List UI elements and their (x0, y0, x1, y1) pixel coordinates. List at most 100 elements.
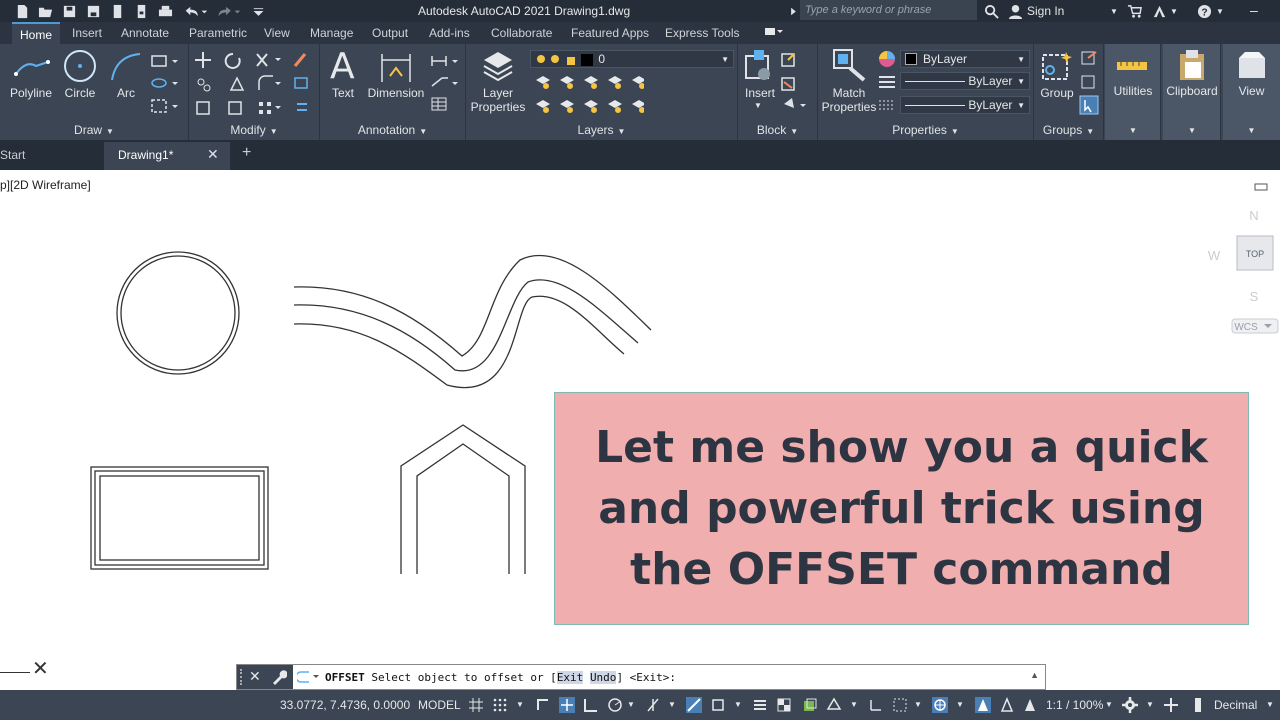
selection-filter-icon[interactable] (892, 697, 908, 713)
tab-home[interactable]: Home (12, 22, 61, 44)
lineweight-dropdown[interactable]: ByLayer ▼ (900, 96, 1030, 114)
gizmo-icon[interactable] (932, 697, 948, 713)
plus-icon[interactable] (1163, 697, 1179, 713)
ribbon-minimize-icon[interactable] (764, 25, 784, 42)
dynamic-ucs-icon[interactable] (868, 697, 884, 713)
chevron-down-icon[interactable]: ▼ (1146, 700, 1154, 709)
object-snap-tracking-icon[interactable] (686, 697, 702, 713)
search-icon[interactable] (983, 3, 999, 19)
tab-express-tools[interactable]: Express Tools (665, 26, 739, 40)
layer-properties-button[interactable]: Layer Properties (468, 86, 528, 114)
caret-right-icon[interactable] (788, 3, 798, 19)
group-tools-icon[interactable] (1078, 50, 1102, 118)
layer-properties-icon[interactable] (480, 48, 516, 84)
arc-button[interactable]: Arc (110, 86, 142, 100)
cart-icon[interactable] (1126, 3, 1142, 19)
chevron-down-icon[interactable]: ▼ (914, 700, 922, 709)
layer-dropdown[interactable]: 0 ▼ (530, 50, 734, 68)
close-icon[interactable]: ✕ (207, 146, 219, 163)
plot-icon[interactable] (157, 3, 173, 19)
new-file-icon[interactable] (14, 3, 30, 19)
units-icon[interactable] (1190, 697, 1206, 713)
tab-annotate[interactable]: Annotate (121, 26, 169, 40)
autodesk-app-icon[interactable] (1151, 3, 1167, 19)
outer-spline[interactable] (293, 254, 652, 357)
compass-w[interactable]: W (1208, 248, 1221, 263)
model-space-button[interactable]: MODEL (418, 698, 461, 712)
circle-icon[interactable] (62, 48, 98, 84)
caret-up-icon[interactable]: ▲ (1030, 670, 1039, 680)
3d-object-snap-icon[interactable] (826, 697, 842, 713)
save-as-icon[interactable] (85, 3, 101, 19)
inner-circle[interactable] (120, 255, 236, 371)
compass-n[interactable]: N (1249, 208, 1258, 223)
annotation-visibility-icon[interactable] (975, 697, 991, 713)
undo-icon[interactable] (182, 3, 208, 19)
drawing-viewport[interactable]: p][2D Wireframe] N W S TOP WCS Let me sh… (0, 170, 1280, 690)
chevron-down-icon[interactable]: ▼ (1110, 7, 1118, 16)
circle-button[interactable]: Circle (58, 86, 102, 100)
user-icon[interactable] (1007, 3, 1023, 19)
undo-option[interactable]: Undo (589, 671, 617, 684)
viewcube[interactable]: N W S TOP WCS (1200, 200, 1280, 340)
infer-constraints-icon[interactable] (535, 697, 551, 713)
tab-insert[interactable]: Insert (72, 26, 102, 40)
text-button[interactable]: Text (328, 86, 358, 100)
middle-spline[interactable] (293, 279, 639, 372)
tab-manage[interactable]: Manage (310, 26, 353, 40)
draw-panel-label[interactable]: Draw ▼ (0, 123, 188, 137)
redo-icon[interactable] (215, 3, 241, 19)
chevron-down-icon[interactable]: ▼ (754, 99, 762, 113)
help-icon[interactable]: ? (1196, 3, 1212, 19)
layers-panel-label[interactable]: Layers ▼ (466, 123, 737, 137)
modify-tools-icon[interactable] (195, 50, 315, 118)
polyline-icon[interactable] (12, 52, 52, 86)
polyline-button[interactable]: Polyline (6, 86, 56, 100)
dimension-button[interactable]: Dimension (366, 86, 426, 100)
outer-circle[interactable] (116, 251, 240, 375)
chevron-down-icon[interactable]: ▼ (1105, 700, 1113, 709)
chevron-down-icon[interactable] (250, 3, 266, 19)
annotation-scale-value[interactable]: 1:1 / 100% (1046, 698, 1103, 712)
middle-rectangle[interactable] (94, 470, 265, 566)
text-icon[interactable]: A (330, 46, 355, 87)
ortho-icon[interactable] (583, 697, 599, 713)
start-tab[interactable]: Start (0, 148, 25, 162)
chevron-down-icon[interactable]: ▼ (734, 700, 742, 709)
view-panel[interactable]: View ▼ (1223, 44, 1280, 140)
match-properties-button[interactable]: Match Properties (820, 86, 878, 114)
save-icon[interactable] (61, 3, 77, 19)
dynamic-input-icon[interactable] (559, 697, 575, 713)
layer-tools-icon[interactable] (534, 74, 644, 118)
chevron-down-icon[interactable]: ▼ (1216, 7, 1224, 16)
command-line[interactable]: ✕ OFFSET Select object to offset or [Exi… (236, 664, 1046, 690)
sign-in-link[interactable]: Sign In (1027, 4, 1064, 18)
grip-icon[interactable] (240, 669, 244, 685)
recent-commands-icon[interactable] (297, 670, 321, 684)
new-tab-icon[interactable]: + (242, 144, 251, 162)
units-value[interactable]: Decimal (1214, 698, 1257, 712)
save-web-icon[interactable] (133, 3, 149, 19)
annotation-tools-icon[interactable] (430, 52, 460, 112)
grid-icon[interactable] (468, 697, 484, 713)
command-prompt[interactable]: OFFSET Select object to offset or [Exit … (325, 671, 676, 684)
open-file-icon[interactable] (37, 3, 53, 19)
draw-tools-icon[interactable] (150, 52, 184, 122)
chevron-down-icon[interactable]: ▼ (1266, 700, 1274, 709)
transparency-icon[interactable] (776, 697, 792, 713)
snap-icon[interactable] (492, 697, 508, 713)
lineweight-icon[interactable] (752, 697, 768, 713)
chevron-down-icon[interactable]: ▼ (850, 700, 858, 709)
tab-view[interactable]: View (264, 26, 290, 40)
inner-rectangle[interactable] (99, 475, 260, 561)
gear-icon[interactable] (1122, 697, 1138, 713)
compass-s[interactable]: S (1250, 289, 1259, 304)
annotation-scale-icon[interactable] (1022, 697, 1038, 713)
annotation-panel-label[interactable]: Annotation ▼ (320, 123, 465, 137)
object-snap-icon[interactable] (710, 697, 726, 713)
chevron-down-icon[interactable]: ▼ (956, 700, 964, 709)
tab-parametric[interactable]: Parametric (189, 26, 247, 40)
inner-arch[interactable] (416, 443, 510, 574)
wrench-icon[interactable] (271, 669, 287, 685)
color-dropdown[interactable]: ByLayer ▼ (900, 50, 1030, 68)
